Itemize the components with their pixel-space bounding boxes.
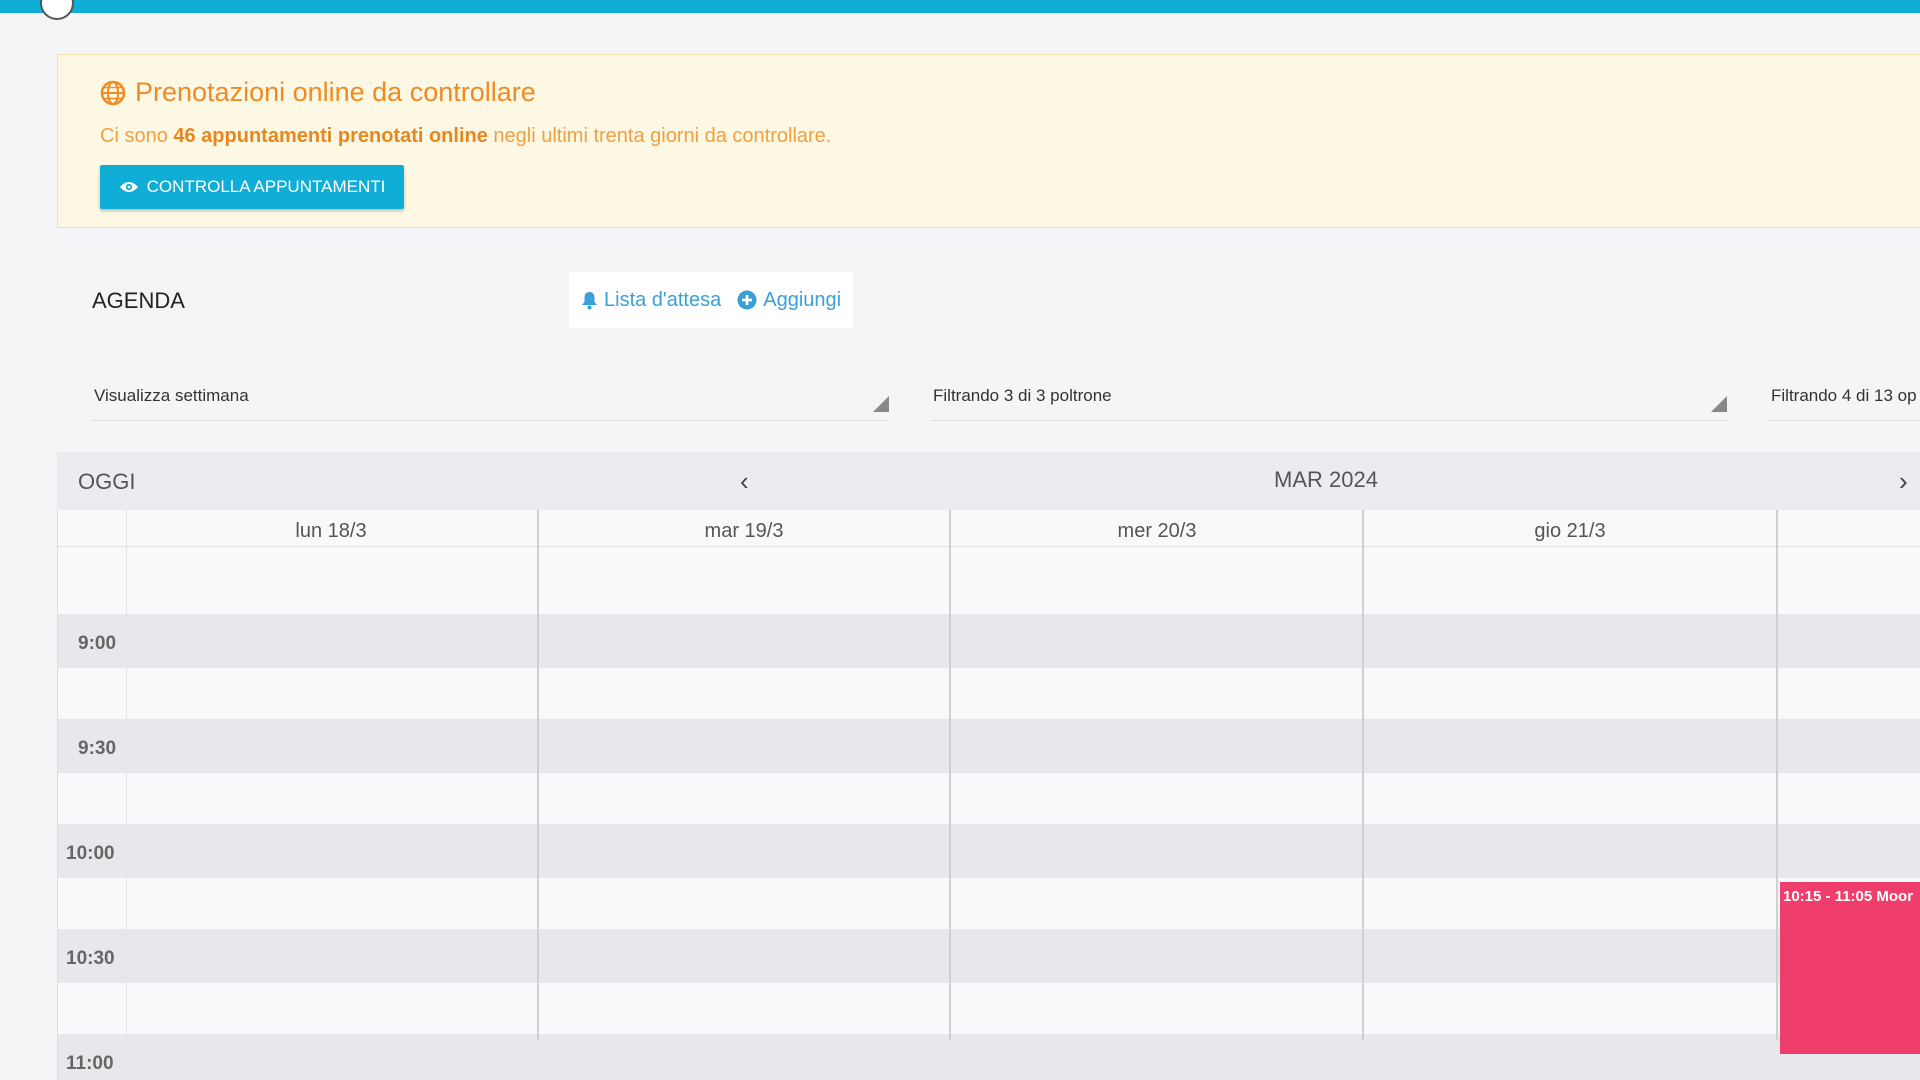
day-header-tue[interactable]: mar 19/3 [644, 520, 844, 543]
waitlist-link[interactable]: Lista d'attesa [581, 289, 721, 312]
check-appointments-label: CONTROLLA APPUNTAMENTI [146, 177, 386, 196]
day-header-wed[interactable]: mer 20/3 [1057, 520, 1257, 543]
operators-filter-select[interactable]: Filtrando 4 di 13 op [1769, 374, 1920, 421]
calendar-navigation: OGGI ‹ MAR 2024 › [57, 452, 1920, 510]
today-button[interactable]: OGGI [78, 469, 135, 495]
day-header-thu[interactable]: gio 21/3 [1470, 520, 1670, 543]
time-slot-row[interactable] [58, 1034, 1920, 1080]
check-appointments-button[interactable]: CONTROLLA APPUNTAMENTI [100, 165, 404, 209]
day-column-divider [1776, 510, 1778, 1040]
alert-title: Prenotazioni online da controllare [135, 77, 536, 107]
dropdown-arrow-icon [1711, 396, 1727, 412]
time-label: 11:00 [66, 1053, 114, 1074]
view-select-value: Visualizza settimana [94, 386, 249, 405]
top-bar [0, 0, 1920, 13]
bell-icon [582, 291, 597, 309]
chairs-filter-select[interactable]: Filtrando 3 di 3 poltrone [931, 374, 1727, 421]
dropdown-arrow-icon [873, 396, 889, 412]
alert-title-row: Prenotazioni online da controllare [100, 77, 536, 108]
alert-text-before: Ci sono [100, 125, 174, 147]
waitlist-label: Lista d'attesa [604, 288, 722, 311]
online-bookings-alert: Prenotazioni online da controllare Ci so… [57, 54, 1920, 228]
add-label: Aggiungi [763, 288, 842, 311]
chevron-left-icon[interactable]: ‹ [740, 466, 749, 497]
chevron-right-icon[interactable]: › [1899, 466, 1908, 497]
mouse-cursor [40, 0, 74, 20]
time-label: 10:00 [66, 843, 115, 864]
month-label: MAR 2024 [1274, 467, 1378, 492]
chairs-filter-value: Filtrando 3 di 3 poltrone [933, 386, 1112, 405]
time-slot-row[interactable] [58, 824, 1920, 878]
time-label: 9:30 [78, 738, 117, 759]
time-slot-row[interactable] [58, 614, 1920, 668]
agenda-title: AGENDA [92, 288, 185, 313]
day-column-divider [537, 510, 539, 1040]
alert-message: Ci sono 46 appuntamenti prenotati online… [100, 125, 831, 148]
alert-text-after: negli ultimi trenta giorni da controllar… [487, 125, 832, 147]
plus-circle-icon [737, 290, 757, 310]
day-column-divider [949, 510, 951, 1040]
appointment-event[interactable]: 10:15 - 11:05 Moor [1780, 882, 1920, 1054]
add-appointment-link[interactable]: Aggiungi [737, 289, 841, 312]
time-label: 10:30 [66, 948, 115, 969]
globe-icon [100, 80, 126, 105]
alert-count: 46 appuntamenti prenotati online [173, 125, 488, 147]
header-divider [58, 546, 1920, 547]
time-label: 9:00 [78, 633, 117, 654]
appointment-event-label: 10:15 - 11:05 Moor [1783, 888, 1914, 905]
time-axis-divider [126, 510, 127, 1080]
view-select[interactable]: Visualizza settimana [92, 374, 889, 421]
time-slot-row[interactable] [58, 929, 1920, 983]
time-slot-row[interactable] [58, 719, 1920, 773]
week-calendar-grid: lun 18/3 mar 19/3 mer 20/3 gio 21/3 9:00… [57, 510, 1920, 1080]
operators-filter-value: Filtrando 4 di 13 op [1771, 386, 1917, 405]
eye-icon [119, 182, 138, 192]
day-column-divider [1362, 510, 1364, 1040]
agenda-header: AGENDA Lista d'attesa Aggiungi [57, 270, 1920, 330]
agenda-actions: Lista d'attesa Aggiungi [569, 272, 854, 328]
day-header-mon[interactable]: lun 18/3 [231, 520, 431, 543]
